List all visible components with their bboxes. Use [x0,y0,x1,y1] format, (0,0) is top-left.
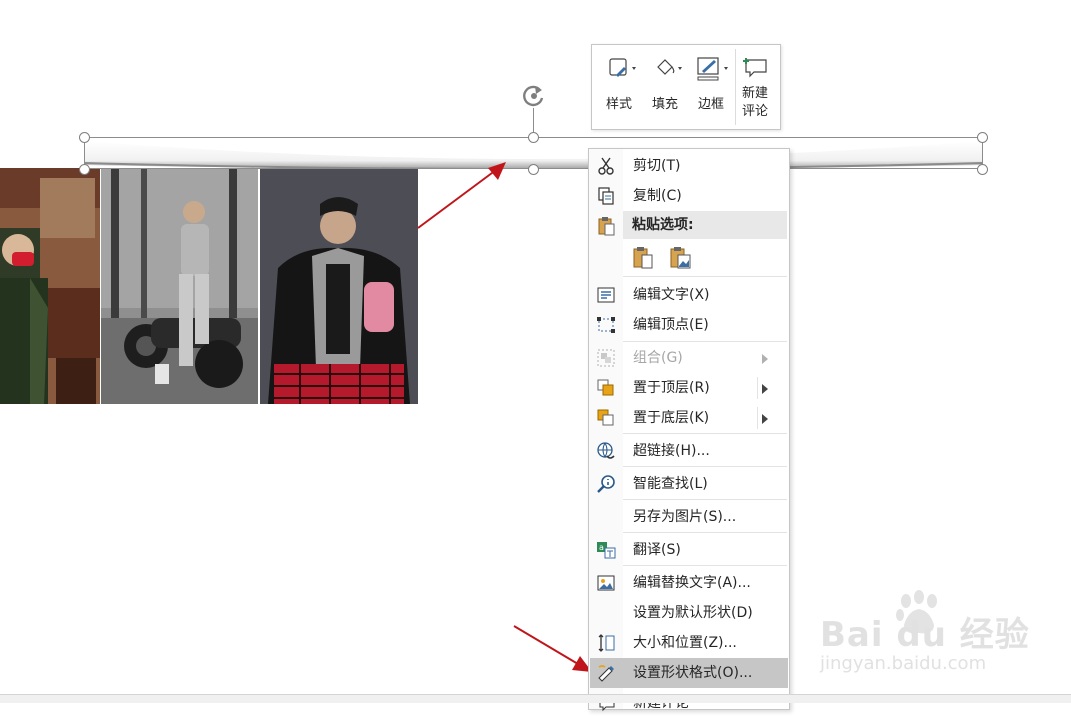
edit-points-icon [596,315,616,335]
scissors-icon [596,156,616,176]
submenu-arrow-icon[interactable] [760,411,770,425]
menu-label-new-comment: 新建评论 [633,695,689,711]
menu-label-translate: 翻译(S) [633,542,681,558]
menu-label-format-shape: 设置形状格式(O)... [633,665,753,681]
menu-label-edit-alt-text: 编辑替换文字(A)... [633,575,751,591]
menu-separator [623,433,787,434]
menu-item-set-default-shape[interactable]: 设置为默认形状(D) [590,598,788,628]
paste-options-header: 粘贴选项: [623,211,787,239]
menu-item-smart-lookup[interactable]: 智能查找(L) [590,469,788,499]
menu-item-group: 组合(G) [590,343,788,373]
menu-separator [623,276,787,277]
group-icon [596,348,616,368]
fill-button[interactable]: 填充 [642,51,688,123]
rotate-handle-icon[interactable] [519,82,549,110]
border-label: 边框 [697,97,724,112]
menu-item-send-to-back[interactable]: 置于底层(K) [590,403,788,433]
menu-label-cut: 剪切(T) [633,158,681,174]
menu-item-edit-text[interactable]: 编辑文字(X) [590,280,788,310]
new-comment-button[interactable]: 新建 评论 [732,51,778,123]
menu-separator [623,466,787,467]
menu-label-copy: 复制(C) [633,188,682,204]
resize-handle-bottom-right[interactable] [977,164,988,175]
menu-item-hyperlink[interactable]: 超链接(H)... [590,436,788,466]
context-menu: 剪切(T) 复制(C) 粘贴选项: 编辑文字(X) 编辑顶点(E) 组合(G) … [588,148,790,712]
style-label: 样式 [605,97,632,112]
menu-label-size-and-position: 大小和位置(Z)... [633,635,737,651]
mini-toolbar: 样式 填充 边框 新建 评论 [591,44,781,130]
format-shape-icon [596,663,616,683]
copy-icon [596,186,616,206]
border-button[interactable]: 边框 [688,51,734,123]
shape-style-icon [596,55,642,83]
menu-label-set-default-shape: 设置为默认形状(D) [633,605,753,621]
resize-handle-top-right[interactable] [977,132,988,143]
menu-item-translate[interactable]: a 翻译(S) [590,535,788,565]
menu-label-hyperlink: 超链接(H)... [633,443,710,459]
menu-item-format-shape[interactable]: 设置形状格式(O)... [590,658,788,688]
add-comment-icon [732,55,778,79]
clipboard-icon [596,216,616,236]
menu-item-new-comment[interactable]: 新建评论 [590,688,788,718]
menu-label-edit-points: 编辑顶点(E) [633,317,709,333]
alt-text-picture-icon [596,573,616,593]
smart-lookup-icon [596,474,616,494]
svg-text:a: a [599,543,604,552]
size-position-icon [596,633,616,653]
submenu-split [757,377,758,399]
style-button[interactable]: 样式 [596,51,642,123]
menu-item-save-as-picture[interactable]: 另存为图片(S)... [590,502,788,532]
paste-keep-formatting-icon[interactable] [632,246,656,270]
resize-handle-top-middle[interactable] [528,132,539,143]
resize-handle-top-left[interactable] [79,132,90,143]
fill-label: 填充 [651,97,678,112]
resize-handle-bottom-middle[interactable] [528,164,539,175]
menu-item-copy[interactable]: 复制(C) [590,181,788,211]
menu-label-edit-text: 编辑文字(X) [633,287,710,303]
photo-piano-man [0,168,100,404]
baidu-jingyan-watermark: Bai du 经验 jingyan.baidu.com [820,585,1029,680]
hyperlink-globe-icon [596,441,616,461]
bring-to-front-icon [596,378,616,398]
menu-item-edit-alt-text[interactable]: 编辑替换文字(A)... [590,568,788,598]
paint-bucket-icon [642,55,688,83]
rotate-connector [533,108,534,132]
submenu-arrow-icon [760,351,770,365]
translate-icon: a [596,540,616,560]
menu-label-smart-lookup: 智能查找(L) [633,476,708,492]
submenu-split [757,407,758,429]
menu-separator [623,532,787,533]
send-to-back-icon [596,408,616,428]
pen-outline-icon [688,55,734,83]
menu-item-edit-points[interactable]: 编辑顶点(E) [590,310,788,340]
watermark-brand: Bai du 经验 [820,615,1030,655]
photo-motorcycle-man [101,168,258,404]
menu-label-send-to-back: 置于底层(K) [633,410,710,426]
photo-hoodie-man [260,168,418,404]
menu-separator [623,499,787,500]
menu-label-bring-to-front: 置于顶层(R) [633,380,710,396]
menu-separator [623,565,787,566]
resize-handle-bottom-left[interactable] [79,164,90,175]
menu-label-group: 组合(G) [633,350,683,366]
submenu-arrow-icon[interactable] [760,381,770,395]
menu-item-cut[interactable]: 剪切(T) [590,151,788,181]
edit-text-icon [596,285,616,305]
watermark-url: jingyan.baidu.com [820,653,987,674]
annotation-arrow-top [417,162,506,229]
paste-as-picture-icon[interactable] [669,246,693,270]
menu-label-save-as-picture: 另存为图片(S)... [633,509,737,525]
annotation-arrow-bottom [513,625,592,672]
new-comment-label: 新建 评论 [741,86,768,119]
menu-item-size-and-position[interactable]: 大小和位置(Z)... [590,628,788,658]
menu-separator [623,341,787,342]
paste-options-label: 粘贴选项: [632,217,694,233]
menu-item-bring-to-front[interactable]: 置于顶层(R) [590,373,788,403]
